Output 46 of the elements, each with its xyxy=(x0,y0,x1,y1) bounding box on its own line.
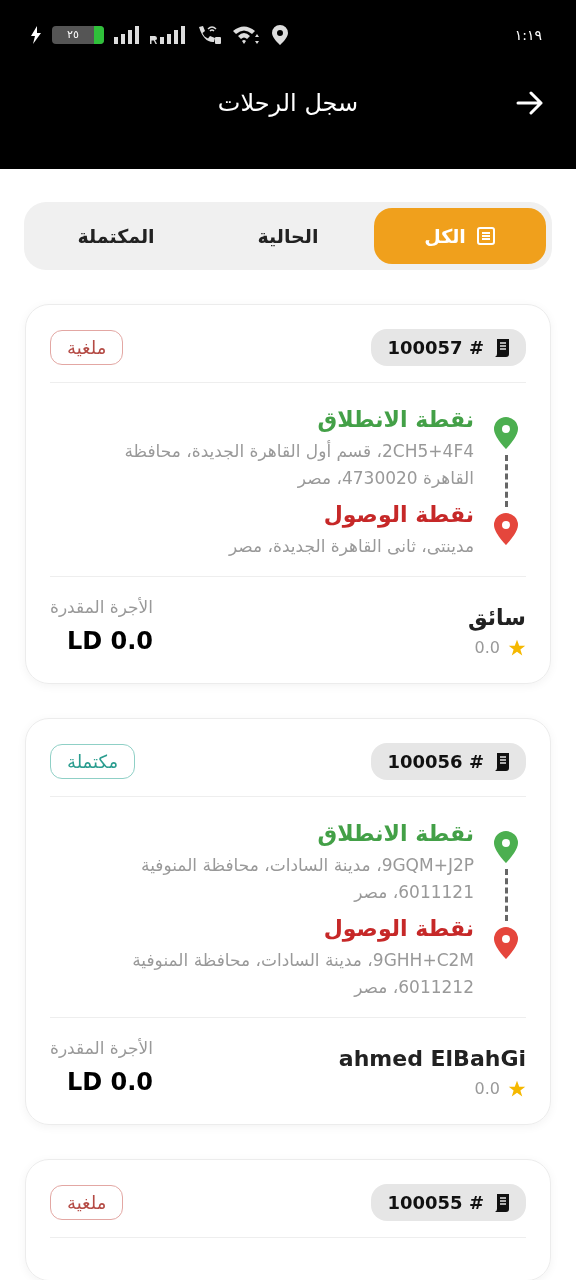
dropoff-label: نقطة الوصول xyxy=(322,916,474,941)
dropoff-label: نقطة الوصول xyxy=(322,502,474,527)
clock-time: ١:١٩ xyxy=(514,27,542,43)
wifi-icon xyxy=(232,25,262,45)
pickup-address: 9GQM+J2P، مدينة السادات، محافظة المنوفية 6011121، مصر xyxy=(140,854,474,904)
driver-name: سائق xyxy=(468,605,526,630)
status-badge: ملغية xyxy=(50,1185,124,1220)
pickup-pin-icon xyxy=(494,417,518,449)
filter-tab[interactable]: المكتملة xyxy=(30,208,202,264)
charging-icon xyxy=(30,26,42,44)
star-icon xyxy=(508,1079,526,1098)
rating-value: 0.0 xyxy=(474,1079,500,1098)
dropoff-pin-icon xyxy=(494,927,518,959)
receipt-icon xyxy=(494,1193,510,1212)
trip-id-pill: # 100055 xyxy=(371,1184,526,1221)
fare-label: الأجرة المقدرة xyxy=(50,597,153,617)
pickup-address: 2CH5+4F4، قسم أول القاهرة الجديدة، محافظة القاهرة 4730020، مصر xyxy=(123,439,474,490)
pickup-label: نقطة الانطلاق xyxy=(316,407,474,432)
list-icon xyxy=(475,226,496,246)
fare-amount: LD 0.0 xyxy=(66,1068,153,1096)
fare-label: الأجرة المقدرة xyxy=(50,1038,153,1058)
star-icon xyxy=(508,638,526,657)
fare-amount: LD 0.0 xyxy=(66,627,153,655)
trip-id-pill: # 100057 xyxy=(371,329,526,366)
status-badge: ملغية xyxy=(50,330,124,365)
battery-icon: ٢٥ xyxy=(52,26,104,44)
wifi-call-icon xyxy=(196,25,222,45)
back-arrow-icon[interactable] xyxy=(516,91,544,115)
route-line xyxy=(504,455,508,507)
location-icon xyxy=(272,25,288,45)
filter-tab[interactable]: الحالية xyxy=(202,208,374,264)
status-badge: مكتملة xyxy=(50,744,136,779)
rating-value: 0.0 xyxy=(474,638,500,657)
screen-title: سجل الرحلات xyxy=(217,89,359,117)
receipt-icon xyxy=(494,338,510,357)
route-line xyxy=(504,869,508,921)
driver-name: ahmed ElBahGi xyxy=(338,1046,526,1071)
dropoff-address: مدينتى، ثانى القاهرة الجديدة، مصر xyxy=(227,535,474,558)
pickup-label: نقطة الانطلاق xyxy=(316,821,474,846)
signal-icon xyxy=(114,26,140,44)
pickup-pin-icon xyxy=(494,831,518,863)
trip-id-pill: # 100056 xyxy=(371,743,526,780)
dropoff-pin-icon xyxy=(494,513,518,545)
dropoff-address: 9GHH+C2M، مدينة السادات، محافظة المنوفية 6011212، مصر xyxy=(131,949,474,999)
receipt-icon xyxy=(494,752,510,771)
signal-icon xyxy=(150,26,186,44)
